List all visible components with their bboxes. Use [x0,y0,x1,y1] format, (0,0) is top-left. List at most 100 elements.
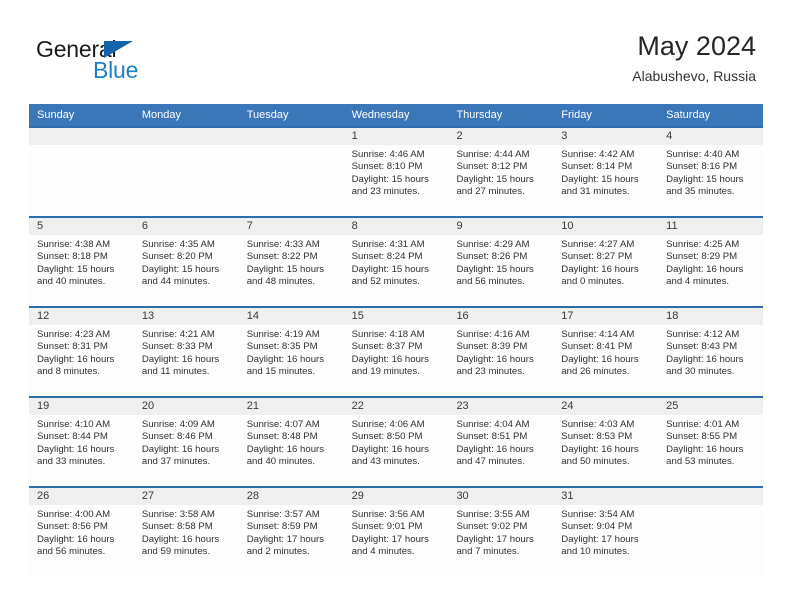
sunset-text: Sunset: 8:12 PM [456,161,528,173]
day-cell[interactable]: Sunrise: 3:58 AM Sunset: 8:58 PM Dayligh… [134,505,239,576]
day-number: 5 [37,220,44,232]
day-cell[interactable]: Sunrise: 3:57 AM Sunset: 8:59 PM Dayligh… [239,505,344,576]
daylight-text-line1: Daylight: 16 hours [666,263,744,275]
daylight-text-line2: and 7 minutes. [456,546,520,558]
day-number: 2 [456,130,463,142]
day-number: 11 [666,220,678,232]
daylight-text-line1: Daylight: 15 hours [351,173,429,185]
sunrise-text: Sunrise: 4:00 AM [37,509,111,520]
day-cell[interactable] [29,145,134,216]
day-cell[interactable]: Sunrise: 4:06 AM Sunset: 8:50 PM Dayligh… [344,415,449,486]
day-cell[interactable]: Sunrise: 4:46 AM Sunset: 8:10 PM Dayligh… [344,145,449,216]
day-number: 27 [141,490,155,502]
daylight-text-line1: Daylight: 15 hours [456,173,534,185]
day-cell[interactable]: Sunrise: 4:23 AM Sunset: 8:31 PM Dayligh… [29,325,134,396]
day-number [134,128,239,145]
day-cell[interactable]: Sunrise: 4:35 AM Sunset: 8:20 PM Dayligh… [134,235,239,306]
daylight-text-line2: and 47 minutes. [456,456,525,468]
day-number: 10 [561,220,574,232]
triangle-icon [104,41,133,58]
day-number: 23 [456,400,469,412]
weekday-header-monday: Monday [141,109,181,121]
sunset-text: Sunset: 8:33 PM [141,341,213,353]
sunset-text: Sunset: 8:39 PM [456,341,528,353]
week-detail-band: Sunrise: 4:38 AM Sunset: 8:18 PM Dayligh… [29,235,763,306]
daylight-text-line1: Daylight: 17 hours [561,533,639,545]
week-detail-band: Sunrise: 4:10 AM Sunset: 8:44 PM Dayligh… [29,415,763,486]
day-cell[interactable]: Sunrise: 3:55 AM Sunset: 9:02 PM Dayligh… [448,505,553,576]
day-cell[interactable]: Sunrise: 4:18 AM Sunset: 8:37 PM Dayligh… [344,325,449,396]
day-cell[interactable]: Sunrise: 4:19 AM Sunset: 8:35 PM Dayligh… [239,325,344,396]
daylight-text-line2: and 26 minutes. [561,366,630,378]
sunset-text: Sunset: 9:04 PM [561,521,633,533]
day-cell[interactable]: Sunrise: 4:07 AM Sunset: 8:48 PM Dayligh… [239,415,344,486]
daylight-text-line2: and 50 minutes. [561,456,630,468]
day-cell[interactable]: Sunrise: 4:40 AM Sunset: 8:16 PM Dayligh… [658,145,763,216]
week-row: 19 20 21 22 23 24 25 Sunrise: 4:10 AM Su… [29,396,763,486]
day-number: 31 [561,490,574,502]
day-number: 30 [456,490,469,502]
sunset-text: Sunset: 8:41 PM [561,341,633,353]
page-subtitle: Alabushevo, Russia [632,68,756,84]
daylight-text-line1: Daylight: 16 hours [351,443,429,455]
day-number: 25 [666,400,679,412]
daylight-text-line1: Daylight: 15 hours [37,263,115,275]
week-row: 26 27 28 29 30 31 Sunrise: 4:00 AM Sunse… [29,486,763,576]
day-cell[interactable]: Sunrise: 4:10 AM Sunset: 8:44 PM Dayligh… [29,415,134,486]
day-cell[interactable]: Sunrise: 4:29 AM Sunset: 8:26 PM Dayligh… [448,235,553,306]
day-cell[interactable]: Sunrise: 4:33 AM Sunset: 8:22 PM Dayligh… [239,235,344,306]
day-number: 13 [141,310,155,322]
day-cell[interactable]: Sunrise: 4:21 AM Sunset: 8:33 PM Dayligh… [134,325,239,396]
sunset-text: Sunset: 8:35 PM [246,341,318,353]
logo-text-blue: Blue [93,57,139,83]
weekday-header-wednesday: Wednesday [351,109,410,121]
day-cell[interactable]: Sunrise: 4:12 AM Sunset: 8:43 PM Dayligh… [658,325,763,396]
daylight-text-line1: Daylight: 16 hours [351,353,429,365]
day-cell[interactable]: Sunrise: 4:16 AM Sunset: 8:39 PM Dayligh… [448,325,553,396]
week-date-band: 12 13 14 15 16 17 18 [29,308,763,325]
general-blue-logo[interactable]: General Blue [36,36,266,92]
day-cell[interactable]: Sunrise: 4:00 AM Sunset: 8:56 PM Dayligh… [29,505,134,576]
day-cell[interactable]: Sunrise: 3:56 AM Sunset: 9:01 PM Dayligh… [344,505,449,576]
sunrise-text: Sunrise: 4:06 AM [351,419,425,430]
week-detail-band: Sunrise: 4:00 AM Sunset: 8:56 PM Dayligh… [29,505,763,576]
day-cell[interactable]: Sunrise: 4:14 AM Sunset: 8:41 PM Dayligh… [553,325,658,396]
daylight-text-line2: and 43 minutes. [351,456,420,468]
day-cell[interactable]: Sunrise: 4:03 AM Sunset: 8:53 PM Dayligh… [553,415,658,486]
daylight-text-line2: and 37 minutes. [141,456,211,468]
day-cell[interactable] [134,145,239,216]
sunrise-text: Sunrise: 4:44 AM [456,149,530,160]
day-cell[interactable]: Sunrise: 4:25 AM Sunset: 8:29 PM Dayligh… [658,235,763,306]
sunrise-text: Sunrise: 3:55 AM [456,509,530,520]
sunrise-text: Sunrise: 4:14 AM [561,329,635,340]
day-cell[interactable]: Sunrise: 4:09 AM Sunset: 8:46 PM Dayligh… [134,415,239,486]
day-cell[interactable]: Sunrise: 4:31 AM Sunset: 8:24 PM Dayligh… [344,235,449,306]
week-date-band: 5 6 7 8 9 10 11 [29,218,763,235]
sunset-text: Sunset: 8:14 PM [561,161,633,173]
day-cell[interactable]: Sunrise: 4:42 AM Sunset: 8:14 PM Dayligh… [553,145,658,216]
day-cell[interactable]: Sunrise: 4:04 AM Sunset: 8:51 PM Dayligh… [448,415,553,486]
sunrise-text: Sunrise: 4:42 AM [561,149,635,160]
sunrise-text: Sunrise: 4:21 AM [141,329,215,340]
day-cell[interactable]: Sunrise: 4:38 AM Sunset: 8:18 PM Dayligh… [29,235,134,306]
daylight-text-line1: Daylight: 17 hours [456,533,534,545]
week-date-band: 19 20 21 22 23 24 25 [29,398,763,415]
day-cell[interactable] [658,505,763,576]
day-cell[interactable]: Sunrise: 4:27 AM Sunset: 8:27 PM Dayligh… [553,235,658,306]
day-cell[interactable]: Sunrise: 4:01 AM Sunset: 8:55 PM Dayligh… [658,415,763,486]
day-number [29,128,134,145]
daylight-text-line2: and 4 minutes. [666,276,730,288]
daylight-text-line1: Daylight: 16 hours [141,353,220,365]
sunset-text: Sunset: 8:31 PM [37,341,108,353]
day-cell[interactable]: Sunrise: 4:44 AM Sunset: 8:12 PM Dayligh… [448,145,553,216]
day-cell[interactable] [239,145,344,216]
daylight-text-line2: and 59 minutes. [141,546,211,558]
daylight-text-line2: and 19 minutes. [351,366,420,378]
daylight-text-line2: and 0 minutes. [561,276,625,288]
daylight-text-line1: Daylight: 16 hours [37,443,115,455]
day-cell[interactable]: Sunrise: 3:54 AM Sunset: 9:04 PM Dayligh… [553,505,658,576]
daylight-text-line1: Daylight: 16 hours [456,443,534,455]
sunrise-text: Sunrise: 3:58 AM [141,509,215,520]
sunrise-text: Sunrise: 4:40 AM [666,149,740,160]
sunrise-text: Sunrise: 4:29 AM [456,239,530,250]
